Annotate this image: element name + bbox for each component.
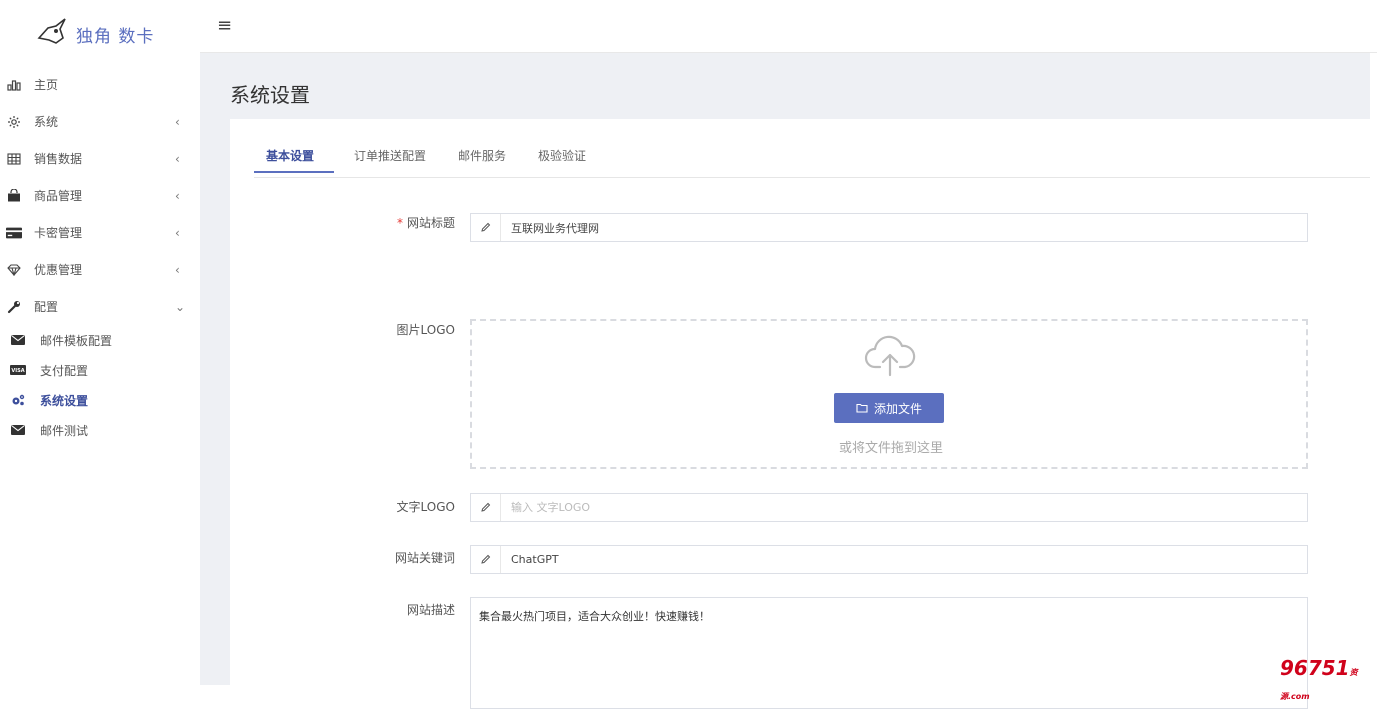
sidebar-subitem-email-template[interactable]: 邮件模板配置 <box>0 325 200 355</box>
unicorn-logo-icon <box>36 16 68 52</box>
visa-icon: VISA <box>10 362 26 378</box>
chevron-left-icon: ‹ <box>175 262 180 277</box>
diamond-icon <box>6 262 22 278</box>
sidebar-subitem-system-settings[interactable]: 系统设置 <box>0 385 200 415</box>
sidebar-item-label: 优惠管理 <box>34 263 83 277</box>
shopping-bag-icon <box>6 188 22 204</box>
description-label: 网站描述 <box>406 603 455 617</box>
image-logo-label: 图片LOGO <box>396 323 455 337</box>
sidebar-subitem-label: 邮件测试 <box>40 423 89 438</box>
sidebar-item-label: 配置 <box>34 300 59 314</box>
tab-email-service[interactable]: 邮件服务 <box>446 143 518 173</box>
table-icon <box>6 151 22 167</box>
wrench-icon <box>6 299 22 315</box>
sidebar-item-label: 主页 <box>34 78 59 92</box>
sidebar-subitem-label: 系统设置 <box>40 393 89 408</box>
pencil-icon <box>471 546 501 573</box>
text-logo-input[interactable] <box>501 501 1307 514</box>
main-content: 系统设置 基本设置 订单推送配置 邮件服务 极验验证 *网站标题 图片LOGO <box>200 53 1370 709</box>
keywords-field <box>470 545 1308 574</box>
drop-hint: 或将文件拖到这里 <box>838 441 943 456</box>
topbar: ≡ <box>200 0 1377 53</box>
sidebar-item-label: 系统 <box>34 115 59 129</box>
sidebar-item-home[interactable]: 主页 <box>0 66 200 103</box>
sidebar-item-label: 卡密管理 <box>34 226 83 240</box>
description-textarea[interactable]: 集合最火热门项目，适合大众创业！快速赚钱！ <box>470 597 1308 709</box>
chevron-left-icon: ‹ <box>175 151 180 166</box>
required-mark: * <box>396 216 403 230</box>
keywords-input[interactable] <box>501 553 1307 566</box>
sidebar-item-card-keys[interactable]: 卡密管理 ‹ <box>0 214 200 251</box>
sidebar-item-products[interactable]: 商品管理 ‹ <box>0 177 200 214</box>
chevron-down-icon: ⌄ <box>175 299 186 314</box>
brand-name: 独角 数卡 <box>76 26 155 47</box>
sidebar-subitem-label: 支付配置 <box>40 363 89 378</box>
chevron-left-icon: ‹ <box>175 225 180 240</box>
sidebar-item-label: 销售数据 <box>34 152 83 166</box>
site-title-field <box>470 213 1308 242</box>
pencil-icon <box>471 214 501 241</box>
cloud-upload-icon <box>864 335 916 381</box>
tab-geetest[interactable]: 极验验证 <box>526 143 598 173</box>
sidebar-subitem-email-test[interactable]: 邮件测试 <box>0 415 200 445</box>
tab-bar: 基本设置 订单推送配置 邮件服务 极验验证 <box>254 143 606 173</box>
tab-divider <box>254 177 1370 178</box>
chevron-left-icon: ‹ <box>175 188 180 203</box>
sidebar-subitem-payment[interactable]: VISA 支付配置 <box>0 355 200 385</box>
sidebar-item-discounts[interactable]: 优惠管理 ‹ <box>0 251 200 288</box>
watermark-logo: 96751资源.com <box>1280 656 1358 701</box>
site-title-input[interactable] <box>501 221 1307 234</box>
sidebar-item-system[interactable]: 系统 ‹ <box>0 103 200 140</box>
envelope-icon <box>10 332 26 348</box>
pencil-icon <box>471 494 501 521</box>
bar-chart-icon <box>6 77 22 93</box>
folder-icon <box>856 403 868 413</box>
add-file-button[interactable]: 添加文件 <box>834 393 944 423</box>
brand[interactable]: 独角 数卡 <box>0 0 200 68</box>
gears-icon <box>10 392 26 408</box>
sidebar-item-config[interactable]: 配置 ⌄ <box>0 288 200 325</box>
text-logo-label: 文字LOGO <box>396 500 455 514</box>
menu-toggle-icon[interactable]: ≡ <box>217 15 232 36</box>
chevron-left-icon: ‹ <box>175 114 180 129</box>
gear-icon <box>6 114 22 130</box>
site-title-label: * 网站标题 <box>396 216 455 230</box>
keywords-label: 网站关键词 <box>394 551 455 565</box>
sidebar-subitem-label: 邮件模板配置 <box>40 333 113 348</box>
page-title: 系统设置 <box>230 83 310 107</box>
tab-basic-settings[interactable]: 基本设置 <box>254 143 334 173</box>
text-logo-field <box>470 493 1308 522</box>
logo-dropzone[interactable]: 添加文件 或将文件拖到这里 <box>470 319 1308 469</box>
sidebar: 独角 数卡 主页 系统 ‹ 销售数据 ‹ 商品管理 ‹ 卡密管理 ‹ 优惠管理 … <box>0 0 200 685</box>
tab-order-push[interactable]: 订单推送配置 <box>342 143 438 173</box>
envelope-icon <box>10 422 26 438</box>
sidebar-item-sales-data[interactable]: 销售数据 ‹ <box>0 140 200 177</box>
credit-card-icon <box>6 225 22 241</box>
settings-card: 基本设置 订单推送配置 邮件服务 极验验证 *网站标题 图片LOGO <box>230 119 1370 709</box>
sidebar-item-label: 商品管理 <box>34 189 83 203</box>
svg-text:VISA: VISA <box>11 368 24 374</box>
